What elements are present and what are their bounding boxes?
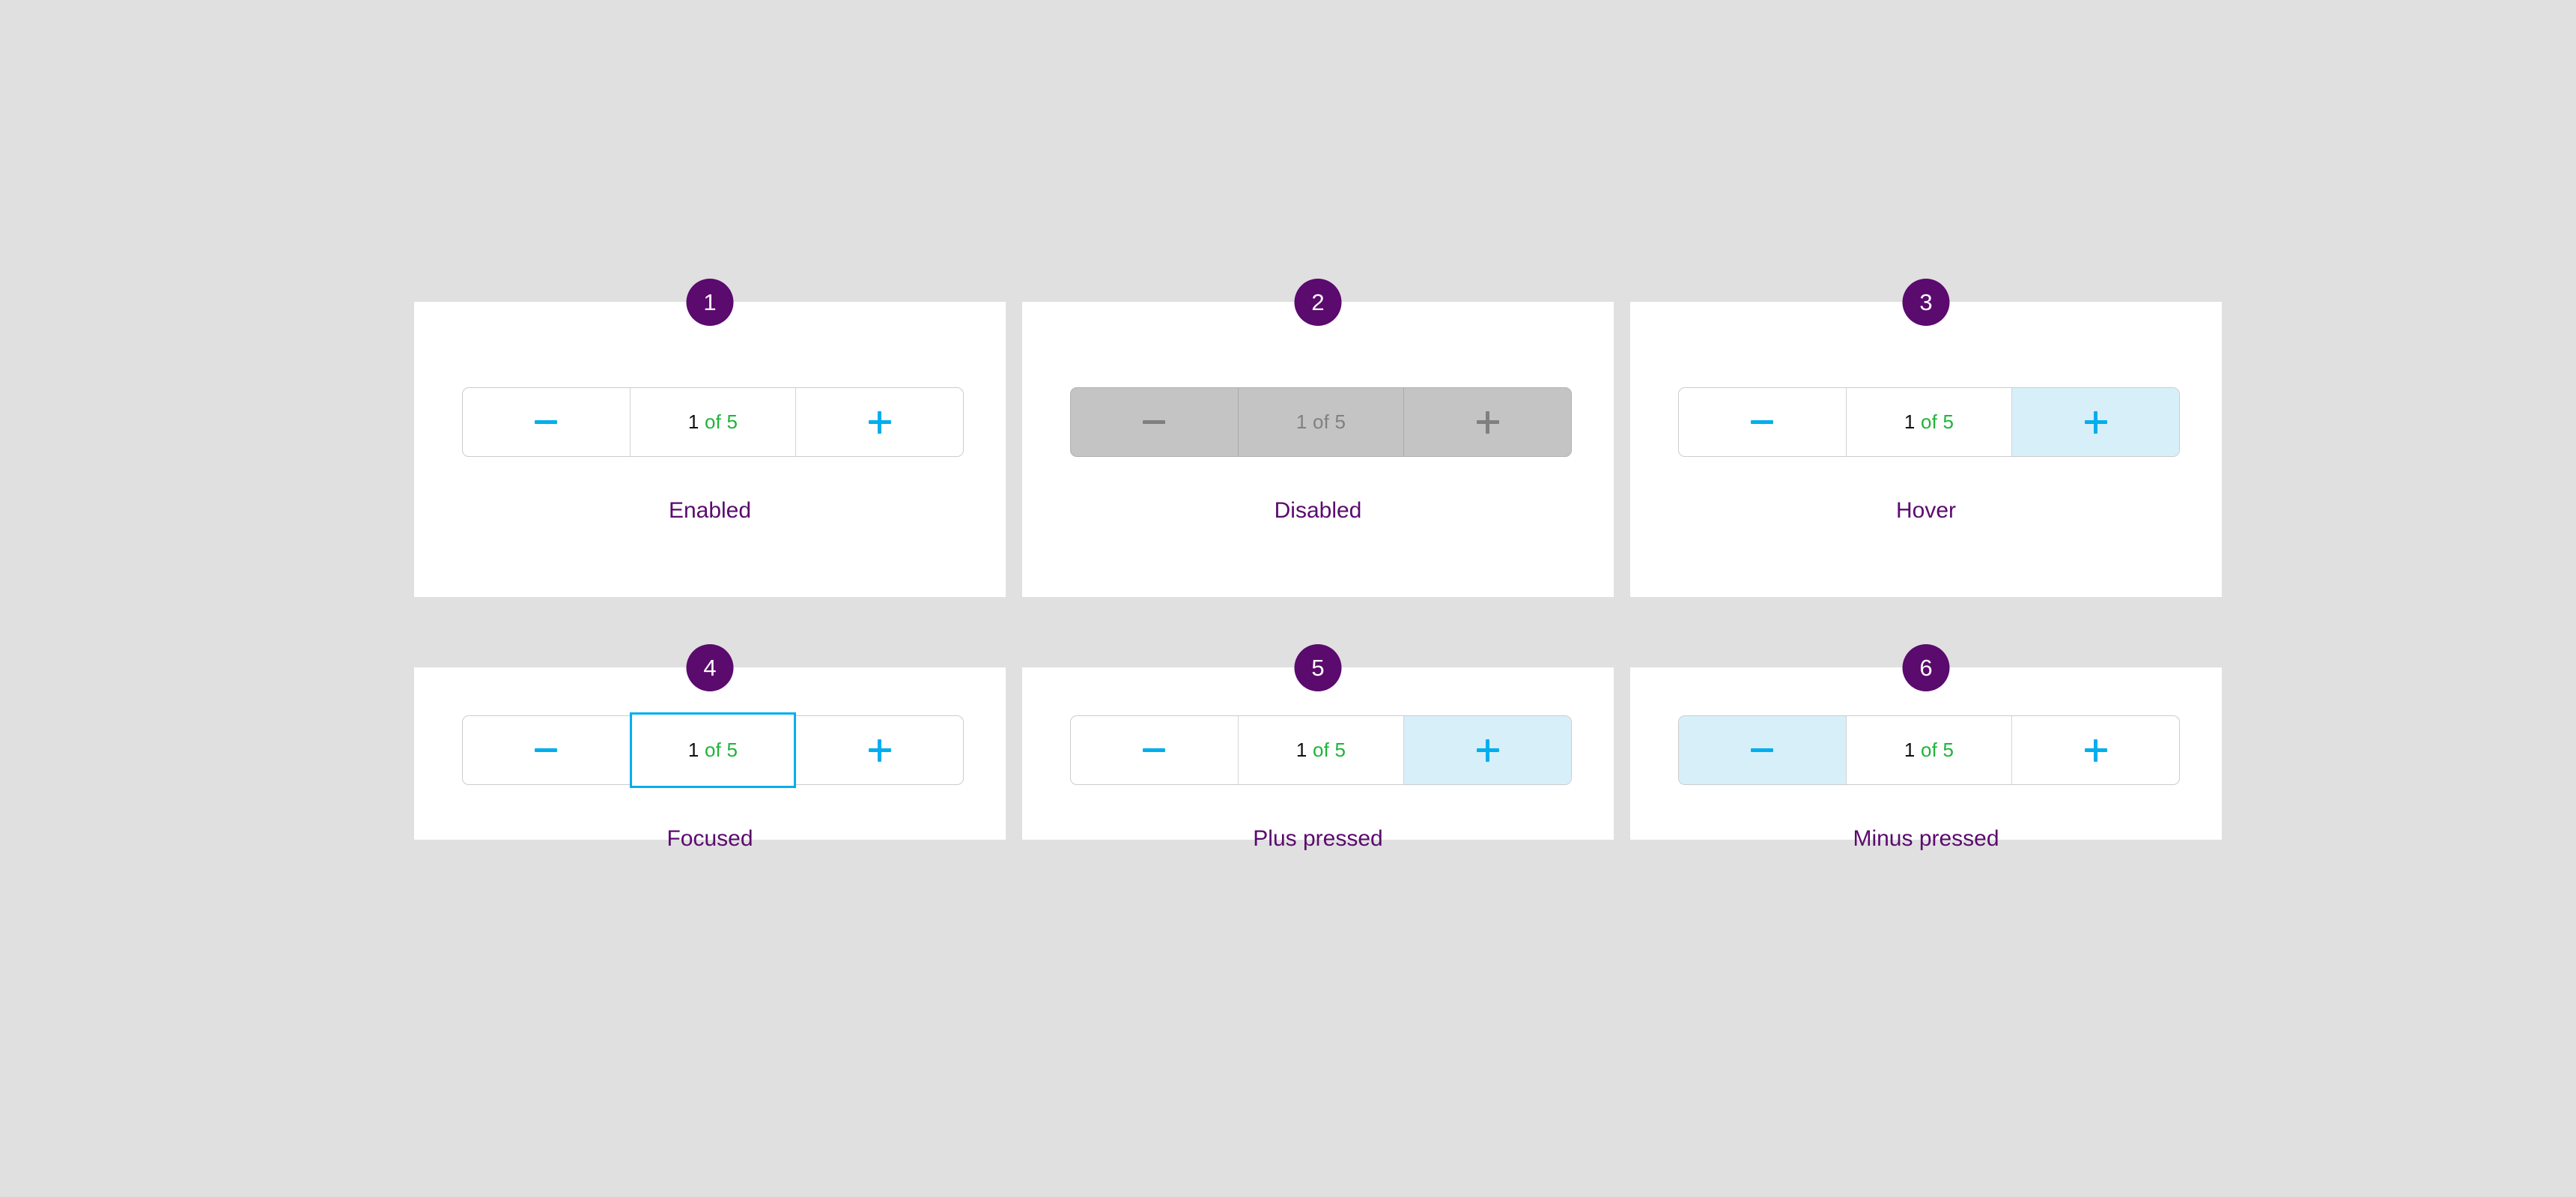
stepper-value-range: of 5 [1312, 739, 1346, 761]
stepper-minus-button[interactable] [463, 388, 630, 456]
state-caption: Hover [1895, 498, 1957, 523]
stepper-minus-button[interactable] [1071, 716, 1238, 784]
state-caption: Minus pressed [1853, 826, 1999, 851]
state-card-plus-pressed: 5 1 of 5 Plus pressed [1022, 644, 1614, 851]
stepper-value-text: 1 of 5 [688, 410, 738, 434]
stepper-wrapper-enabled: 1 of 5 [462, 387, 964, 457]
stepper-value-text: 1 of 5 [1296, 739, 1346, 762]
stepper-minus-button [1071, 388, 1238, 456]
stepper-wrapper-hover: 1 of 5 [1678, 387, 2180, 457]
state-caption: Disabled [1274, 498, 1362, 523]
state-card-enabled: 1 1 of 5 Enabled [414, 279, 1006, 597]
minus-icon [1143, 420, 1166, 424]
state-card-minus-pressed: 6 1 of 5 Minus pressed [1630, 644, 2222, 851]
stepper-plus-button[interactable] [796, 388, 963, 456]
stepper-value-range: of 5 [1920, 410, 1954, 433]
stepper-enabled[interactable]: 1 of 5 [462, 387, 964, 457]
stepper-focused[interactable]: 1 of 5 [462, 712, 964, 788]
plus-icon [2084, 410, 2107, 434]
stepper-minus-button[interactable] [463, 716, 630, 784]
state-card-disabled: 2 1 of 5 Disabled [1022, 279, 1614, 597]
stepper-disabled: 1 of 5 [1070, 387, 1572, 457]
card-badge-number: 2 [1294, 279, 1342, 326]
plus-icon [2084, 739, 2107, 762]
minus-icon [1751, 748, 1774, 752]
plus-icon [1476, 410, 1499, 434]
state-caption: Focused [666, 826, 753, 851]
stepper-value-number: 1 [1904, 410, 1916, 433]
state-caption: Plus pressed [1253, 826, 1383, 851]
stepper-plus-pressed[interactable]: 1 of 5 [1070, 715, 1572, 785]
stepper-value-field[interactable]: 1 of 5 [629, 712, 797, 788]
stepper-value-field[interactable]: 1 of 5 [1845, 716, 2013, 784]
minus-icon [535, 420, 558, 424]
stepper-value-text: 1 of 5 [1296, 410, 1346, 434]
stepper-value-text: 1 of 5 [1904, 410, 1954, 434]
stepper-value-number: 1 [1904, 739, 1916, 761]
stepper-wrapper-disabled: 1 of 5 [1070, 387, 1572, 457]
state-card-focused: 4 1 of 5 Focused [414, 644, 1006, 851]
minus-icon [1751, 420, 1774, 424]
card-badge-number: 6 [1902, 644, 1950, 691]
plus-icon [1476, 739, 1499, 762]
stepper-value-range: of 5 [1312, 410, 1346, 433]
card-badge-number: 4 [686, 644, 734, 691]
stepper-states-grid: 1 1 of 5 Enabled 2 1 of 5 Disabled 3 1 o… [414, 279, 2222, 851]
stepper-plus-button[interactable] [2012, 388, 2180, 456]
stepper-minus-button[interactable] [1679, 388, 1846, 456]
card-badge-number: 1 [686, 279, 734, 326]
stepper-wrapper-plus-pressed: 1 of 5 [1070, 715, 1572, 785]
stepper-value-number: 1 [1295, 739, 1307, 761]
stepper-value-text: 1 of 5 [688, 739, 738, 762]
plus-icon [868, 410, 891, 434]
stepper-plus-button[interactable] [2012, 716, 2179, 784]
stepper-minus-button[interactable] [1679, 716, 1846, 784]
minus-icon [1143, 748, 1166, 752]
card-badge-number: 3 [1902, 279, 1950, 326]
stepper-value-field: 1 of 5 [1237, 388, 1405, 456]
stepper-wrapper-focused: 1 of 5 [462, 712, 964, 788]
plus-icon [868, 739, 891, 762]
state-card-hover: 3 1 of 5 Hover [1630, 279, 2222, 597]
stepper-hover[interactable]: 1 of 5 [1678, 387, 2180, 457]
stepper-value-number: 1 [687, 410, 699, 433]
stepper-plus-button [1404, 388, 1571, 456]
stepper-value-field[interactable]: 1 of 5 [629, 388, 797, 456]
stepper-wrapper-minus-pressed: 1 of 5 [1678, 715, 2180, 785]
stepper-value-text: 1 of 5 [1904, 739, 1954, 762]
state-caption: Enabled [668, 498, 752, 523]
stepper-plus-button[interactable] [1404, 716, 1572, 784]
stepper-value-range: of 5 [704, 410, 738, 433]
stepper-minus-pressed[interactable]: 1 of 5 [1678, 715, 2180, 785]
stepper-value-range: of 5 [704, 739, 738, 761]
stepper-plus-button[interactable] [796, 716, 963, 784]
stepper-value-number: 1 [1295, 410, 1307, 433]
card-badge-number: 5 [1294, 644, 1342, 691]
stepper-value-range: of 5 [1920, 739, 1954, 761]
stepper-value-field[interactable]: 1 of 5 [1845, 388, 2013, 456]
minus-icon [535, 748, 558, 752]
stepper-value-field[interactable]: 1 of 5 [1237, 716, 1405, 784]
stepper-value-number: 1 [687, 739, 699, 761]
